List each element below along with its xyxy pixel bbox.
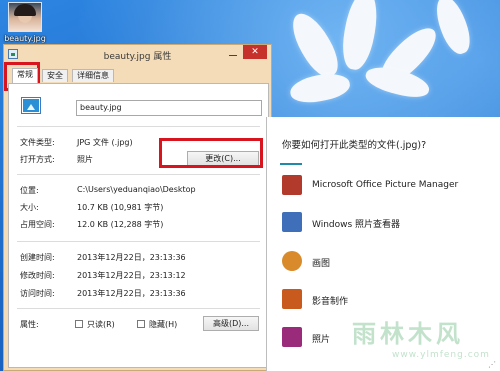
hidden-label[interactable]: 隐藏(H) (149, 319, 177, 330)
filename-field[interactable]: beauty.jpg (76, 100, 262, 116)
location-label: 位置: (20, 186, 39, 195)
created-label: 创建时间: (20, 253, 55, 262)
file-type-label: 文件类型: (20, 138, 55, 147)
accent-bar (280, 163, 302, 165)
watermark-url: www.ylmfeng.com (392, 350, 490, 360)
divider (17, 174, 260, 175)
minimize-icon[interactable] (229, 55, 237, 56)
flower-petal (284, 7, 346, 83)
opens-with-label: 打开方式: (20, 155, 55, 164)
open-with-question: 你要如何打开此类型的文件(.jpg)? (282, 140, 427, 151)
photos-icon (282, 327, 302, 347)
modified-value: 2013年12月22日，23:13:12 (77, 271, 186, 280)
size-on-disk-label: 占用空间: (20, 220, 55, 229)
file-type-value: JPG 文件 (.jpg) (77, 138, 133, 147)
location-value: C:\Users\yeduanqiao\Desktop (77, 185, 196, 194)
hidden-checkbox[interactable] (137, 320, 145, 328)
divider (17, 241, 260, 242)
readonly-checkbox[interactable] (75, 320, 83, 328)
resize-grip-icon: ⋰ (488, 360, 496, 369)
readonly-label[interactable]: 只读(R) (87, 319, 115, 330)
size-label: 大小: (20, 203, 39, 212)
modified-label: 修改时间: (20, 271, 55, 280)
general-panel: beauty.jpg 文件类型: JPG 文件 (.jpg) 打开方式: 照片 … (8, 83, 269, 368)
size-value: 10.7 KB (10,981 字节) (77, 203, 164, 212)
tab-details[interactable]: 详细信息 (72, 69, 114, 82)
accessed-label: 访问时间: (20, 289, 55, 298)
flower-petal (430, 0, 476, 58)
tab-general[interactable]: 常规 (12, 68, 38, 83)
app-option-label: 影音制作 (312, 297, 349, 307)
app-option-label: Microsoft Office Picture Manager (312, 180, 459, 190)
advanced-button[interactable]: 高级(D)... (203, 316, 259, 331)
title-bar[interactable]: beauty.jpg 属性 ✕ (4, 45, 271, 63)
desktop-file-label: beauty.jpg (4, 34, 46, 43)
watermark-text: 雨林木风 (352, 319, 464, 348)
picture-manager-icon (282, 175, 302, 195)
app-option-label: 画图 (312, 259, 331, 269)
attributes-label: 属性: (20, 320, 39, 329)
image-thumbnail (8, 2, 42, 32)
created-value: 2013年12月22日，23:13:36 (77, 253, 186, 262)
app-option-label: Windows 照片查看器 (312, 220, 401, 230)
size-on-disk-value: 12.0 KB (12,288 字节) (77, 220, 164, 229)
divider (17, 308, 260, 309)
opens-with-value: 照片 (77, 155, 93, 164)
accessed-value: 2013年12月22日，23:13:36 (77, 289, 186, 298)
tab-security[interactable]: 安全 (42, 69, 68, 82)
movie-maker-icon (282, 289, 302, 309)
properties-dialog: beauty.jpg 属性 ✕ 常规 安全 详细信息 beauty.jpg 文件… (3, 44, 272, 371)
paint-icon (282, 251, 302, 271)
flower-petal (338, 0, 382, 72)
flower-petal (288, 69, 352, 107)
divider (17, 126, 260, 127)
close-button[interactable]: ✕ (243, 45, 267, 59)
highlight-box-change-button (159, 138, 263, 168)
app-option-label: 照片 (312, 335, 331, 345)
desktop-file-icon[interactable]: beauty.jpg (3, 2, 47, 43)
photo-file-icon (21, 97, 41, 114)
photo-viewer-icon (282, 212, 302, 232)
